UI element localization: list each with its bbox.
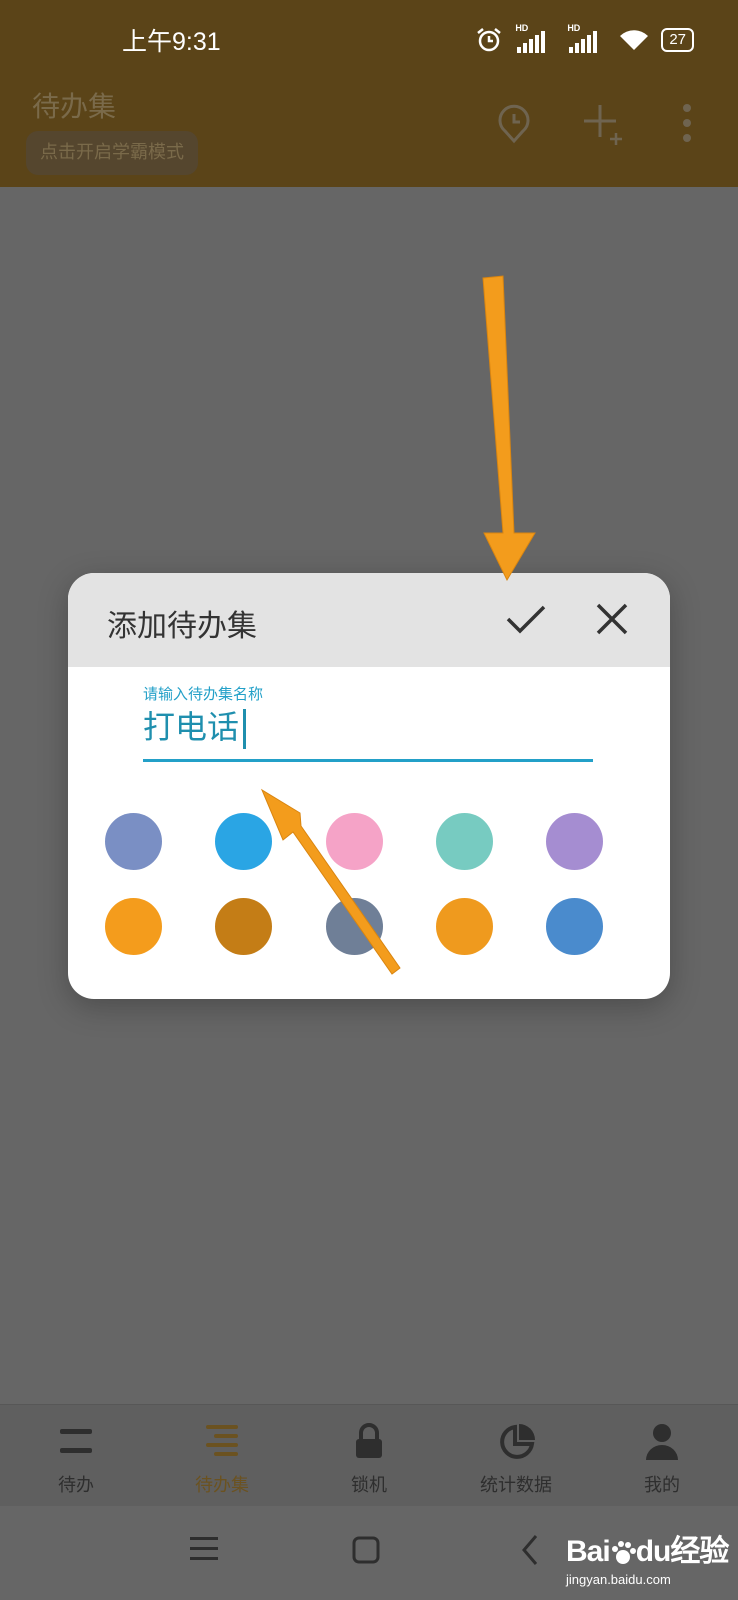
annotation-arrow-down [482, 275, 536, 582]
watermark-url: jingyan.baidu.com [566, 1572, 671, 1587]
nav-item-profile[interactable]: 我的 [602, 1405, 722, 1507]
watermark-brand: Bai du经验 [566, 1526, 729, 1570]
person-icon [646, 1424, 678, 1460]
pie-chart-icon [500, 1424, 535, 1459]
list-icon [60, 1429, 92, 1453]
nav-item-statistics[interactable]: 统计数据 [456, 1405, 576, 1507]
list-set-icon [206, 1425, 238, 1456]
nav-item-todo[interactable]: 待办 [16, 1405, 136, 1507]
watermark-brand-right: 经验 [670, 1535, 729, 1568]
nav-label: 待办 [58, 1475, 94, 1496]
paw-icon [610, 1540, 636, 1566]
watermark-brand-left: Bai [566, 1535, 611, 1568]
home-icon[interactable] [352, 1536, 380, 1564]
annotation-arrows [260, 275, 536, 975]
watermark-brand-mid: du [635, 1535, 672, 1568]
back-icon[interactable] [520, 1534, 540, 1566]
nav-label: 待办集 [195, 1475, 249, 1496]
bottom-nav: 待办 待办集 锁机 统计数据 我的 [0, 1404, 738, 1507]
annotation-arrow-diagonal [260, 788, 401, 975]
nav-label: 锁机 [351, 1475, 387, 1496]
baidu-watermark: Bai du经验 jingyan.baidu.com [560, 1512, 738, 1600]
nav-label: 统计数据 [480, 1475, 552, 1496]
lock-icon [356, 1423, 382, 1458]
nav-label: 我的 [644, 1475, 680, 1496]
nav-item-todo-sets[interactable]: 待办集 [162, 1405, 282, 1507]
nav-item-lock[interactable]: 锁机 [309, 1405, 429, 1507]
menu-icon[interactable] [190, 1536, 218, 1562]
